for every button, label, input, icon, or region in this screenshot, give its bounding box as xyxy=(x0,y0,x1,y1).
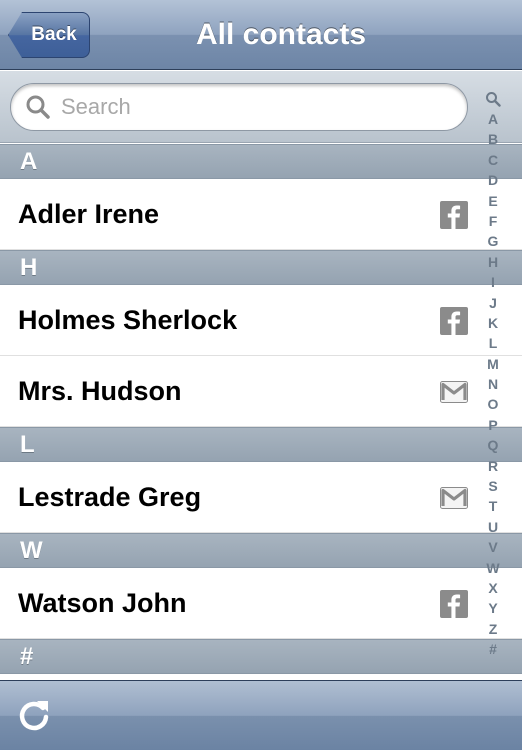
index-letter[interactable]: N xyxy=(482,374,504,394)
index-letter[interactable]: B xyxy=(482,129,504,149)
facebook-icon xyxy=(440,590,468,618)
index-letter[interactable]: A xyxy=(482,109,504,129)
contact-row[interactable]: Watson John xyxy=(0,568,522,639)
section-header-a: A xyxy=(0,144,522,179)
search-field[interactable] xyxy=(10,83,468,131)
refresh-icon[interactable] xyxy=(16,697,52,733)
index-letter[interactable]: J xyxy=(482,293,504,313)
facebook-icon xyxy=(440,307,468,335)
gmail-icon xyxy=(440,487,468,509)
gmail-icon xyxy=(440,381,468,403)
index-letter[interactable]: G xyxy=(482,231,504,251)
facebook-icon xyxy=(440,201,468,229)
index-letter[interactable]: R xyxy=(482,456,504,476)
index-letter[interactable]: K xyxy=(482,313,504,333)
index-letter[interactable]: D xyxy=(482,170,504,190)
index-search-icon[interactable] xyxy=(485,91,501,107)
contact-name: Lestrade Greg xyxy=(18,481,202,512)
back-button-label: Back xyxy=(31,24,77,45)
contact-row[interactable]: Adler Irene xyxy=(0,179,522,250)
index-letter[interactable]: # xyxy=(482,639,504,659)
index-letter[interactable]: Q xyxy=(482,435,504,455)
section-header-hash: # xyxy=(0,639,522,674)
index-letter[interactable]: X xyxy=(482,578,504,598)
contact-name: Holmes Sherlock xyxy=(18,304,238,335)
contact-row[interactable]: Lestrade Greg xyxy=(0,462,522,533)
search-icon xyxy=(26,95,50,119)
index-letter[interactable]: O xyxy=(482,394,504,414)
index-letter[interactable]: E xyxy=(482,191,504,211)
index-letter[interactable]: M xyxy=(482,354,504,374)
index-letter[interactable]: P xyxy=(482,415,504,435)
back-button[interactable]: Back xyxy=(8,12,90,58)
index-letter[interactable]: U xyxy=(482,517,504,537)
index-letter[interactable]: W xyxy=(482,558,504,578)
index-letter[interactable]: V xyxy=(482,537,504,557)
contact-row[interactable]: Holmes Sherlock xyxy=(0,285,522,356)
section-header-l: L xyxy=(0,427,522,462)
search-bar xyxy=(0,71,522,143)
section-index[interactable]: A B C D E F G H I J K L M N O P Q R S T U V W X Y Z # xyxy=(482,91,504,660)
index-letter[interactable]: F xyxy=(482,211,504,231)
page-title: All contacts xyxy=(195,18,367,51)
search-input[interactable] xyxy=(61,94,441,120)
contact-name: Mrs. Hudson xyxy=(18,375,182,406)
index-letter[interactable]: H xyxy=(482,252,504,272)
index-letter[interactable]: S xyxy=(482,476,504,496)
index-letters: A B C D E F G H I J K L M N O P Q R S T U V W X Y Z # xyxy=(482,109,504,660)
contact-name: Watson John xyxy=(18,587,187,618)
contact-row[interactable]: Mrs. Hudson xyxy=(0,356,522,427)
contact-list: A Adler Irene H Holmes Sherlock Mrs. Hud… xyxy=(0,144,522,674)
index-letter[interactable]: L xyxy=(482,333,504,353)
index-letter[interactable]: Z xyxy=(482,619,504,639)
index-letter[interactable]: T xyxy=(482,496,504,516)
index-letter[interactable]: Y xyxy=(482,598,504,618)
section-header-w: W xyxy=(0,533,522,568)
navigation-bar: Back All contacts xyxy=(0,0,522,70)
section-header-h: H xyxy=(0,250,522,285)
contact-name: Adler Irene xyxy=(18,198,160,229)
index-letter[interactable]: I xyxy=(482,272,504,292)
index-letter[interactable]: C xyxy=(482,150,504,170)
bottom-toolbar xyxy=(0,680,522,750)
